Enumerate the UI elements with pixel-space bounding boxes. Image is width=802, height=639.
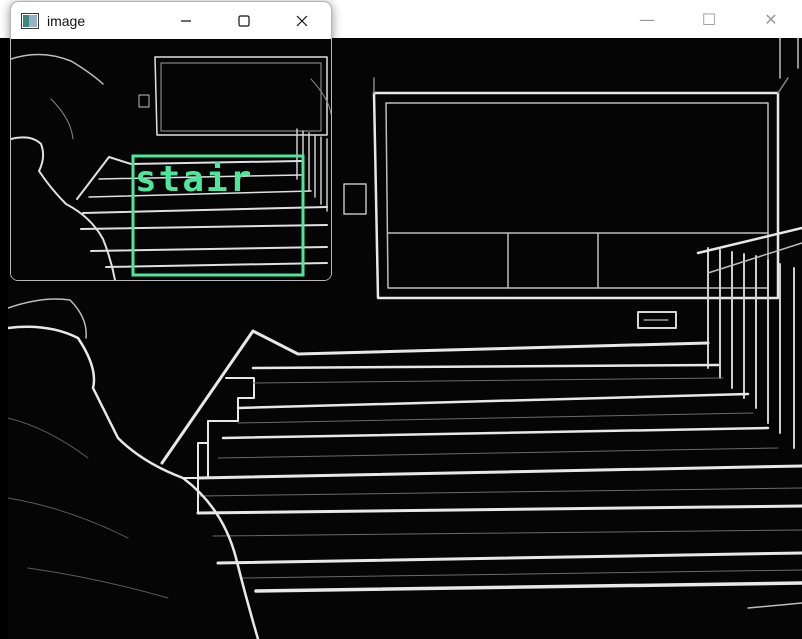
maximize-icon: ☐ <box>701 9 717 29</box>
close-icon: ✕ <box>764 9 778 29</box>
window-title: image <box>47 12 86 29</box>
maximize-icon <box>238 14 250 27</box>
detection-image-drawing: stair <box>11 39 331 280</box>
detection-label: stair <box>135 159 253 200</box>
maximize-button[interactable] <box>215 2 273 39</box>
background-close-button[interactable]: ✕ <box>740 0 802 38</box>
background-maximize-button[interactable]: ☐ <box>678 0 740 38</box>
background-minimize-button[interactable]: — <box>616 0 678 38</box>
image-window-controls <box>157 2 331 39</box>
detection-image: stair <box>11 39 331 280</box>
close-button[interactable] <box>273 2 331 39</box>
minimize-icon <box>181 19 191 22</box>
background-window-controls: — ☐ ✕ <box>616 0 802 38</box>
minimize-button[interactable] <box>157 2 215 39</box>
image-window-icon <box>21 12 39 29</box>
close-icon <box>296 15 308 26</box>
minimize-icon: — <box>639 9 655 29</box>
image-window: image stair <box>10 1 332 281</box>
image-window-titlebar[interactable]: image <box>11 2 331 39</box>
